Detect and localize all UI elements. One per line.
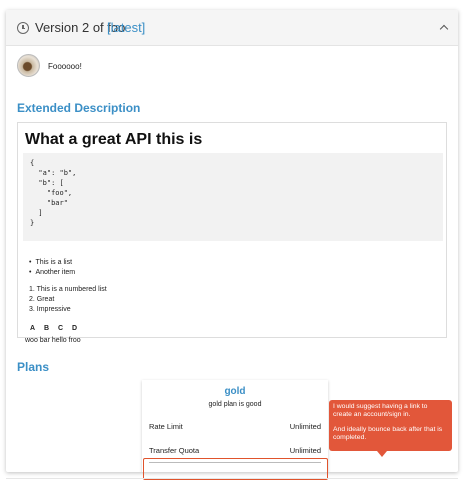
table-row: woo bar hello froo [25,337,81,344]
list-item: 1. This is a numbered list [29,286,107,293]
description-heading: What a great API this is [25,131,203,148]
plan-name: gold [224,386,246,397]
table-header-cell: A [30,325,36,332]
divider [6,478,458,479]
description-box: What a great API this is { "a": "b", "b"… [17,122,447,344]
code-block: { "a": "b", "b": [ "foo", "bar" ] } [23,153,443,241]
callout-text: I would suggest having a link to create … [333,403,428,419]
plans-title: Plans [17,360,50,374]
table-header-cell: C [58,325,64,332]
list-item: 3. Impressive [29,306,71,313]
plan-row-label: Rate Limit [149,422,183,431]
table-header-cell: B [44,325,50,332]
table-header-cell: D [72,325,78,332]
clock-icon [17,22,29,34]
version-header[interactable]: Version 2 of foo [latest] [6,10,458,46]
extended-description-title: Extended Description [17,101,141,115]
plan-row-value: Unlimited [289,422,321,431]
plan-row-label: Transfer Quota [149,446,200,455]
bullet-list: This is a list Another item [29,258,75,278]
plan-row-value: Unlimited [289,446,321,455]
table-header: A B C D [30,325,86,332]
callout-text: And ideally bounce back after that is co… [333,425,443,442]
list-item: This is a list [29,258,75,268]
annotation-highlight-box [143,458,328,480]
author-text: Foooooo! [48,62,82,71]
latest-badge: [latest] [107,20,146,35]
list-item: Another item [29,268,75,278]
chevron-up-icon[interactable] [439,24,449,34]
plan-description: gold plan is good [208,401,262,408]
annotation-callout: I would suggest having a link to create … [329,400,452,457]
avatar [17,54,40,77]
numbered-list: 1. This is a numbered list 2. Great 3. I… [29,285,107,315]
list-item: 2. Great [29,296,55,303]
